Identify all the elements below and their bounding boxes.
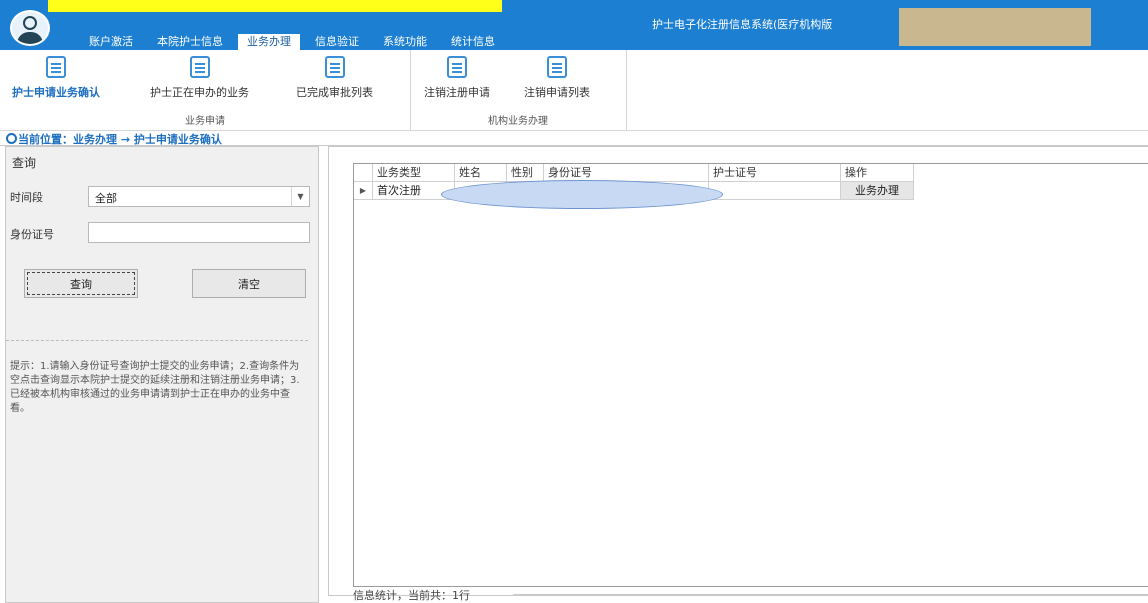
cancel-request-list-button[interactable]: 注销申请列表 xyxy=(524,56,590,100)
handle-business-button[interactable]: 业务办理 xyxy=(841,182,914,200)
nurse-application-confirm-button[interactable]: 护士申请业务确认 xyxy=(12,56,100,100)
app-title: 护士电子化注册信息系统(医疗机构版 xyxy=(652,18,833,31)
completed-approval-list-button[interactable]: 已完成审批列表 xyxy=(296,56,373,100)
id-number-input[interactable] xyxy=(88,222,310,243)
breadcrumb-text: 当前位置：业务办理 → 护士申请业务确认 xyxy=(18,133,222,146)
breadcrumb: 当前位置：业务办理 → 护士申请业务确认 xyxy=(0,131,1148,146)
highlight-strip xyxy=(48,0,502,12)
cancel-registration-request-button[interactable]: 注销注册申请 xyxy=(424,56,490,100)
id-number-label: 身份证号 xyxy=(10,228,54,241)
ribbon-group-application: 护士申请业务确认 护士正在申办的业务 已完成审批列表 业务申请 xyxy=(0,50,411,130)
tab-hospital-nurse-info[interactable]: 本院护士信息 xyxy=(148,34,232,50)
hint-text: 提示：1.请输入身份证号查询护士提交的业务申请；2.查询条件为空点击查询显示本院… xyxy=(10,361,300,414)
results-grid: 业务类型 姓名 性别 身份证号 护士证号 操作 ▶ 首次注册 业务办理 xyxy=(353,163,1148,587)
row-selector-icon[interactable]: ▶ xyxy=(354,182,373,200)
divider xyxy=(513,594,1148,595)
chevron-down-icon[interactable]: ▼ xyxy=(291,187,309,206)
redaction-overlay xyxy=(441,180,723,209)
user-avatar-icon[interactable] xyxy=(10,10,50,46)
list-icon xyxy=(547,56,567,78)
status-bar: 信息统计，当前共：1行 xyxy=(353,589,470,602)
cancel-document-icon xyxy=(447,56,467,78)
divider xyxy=(6,340,308,341)
query-panel-title: 查询 xyxy=(12,156,37,170)
column-header[interactable]: 业务类型 xyxy=(373,164,455,182)
document-icon xyxy=(46,56,66,78)
clear-button[interactable]: 清空 xyxy=(192,269,306,298)
period-label: 时间段 xyxy=(10,191,43,204)
ribbon-group-label: 业务申请 xyxy=(185,116,225,127)
query-button[interactable]: 查询 xyxy=(24,269,138,298)
tab-account-activation[interactable]: 账户激活 xyxy=(80,34,142,50)
tab-statistics[interactable]: 统计信息 xyxy=(442,34,504,50)
period-select[interactable]: 全部 ▼ xyxy=(88,186,310,207)
ribbon-group-label: 机构业务办理 xyxy=(488,116,548,127)
period-select-value: 全部 xyxy=(95,192,117,205)
row-header-corner xyxy=(354,164,373,182)
column-header[interactable]: 护士证号 xyxy=(709,164,841,182)
location-pin-icon xyxy=(6,133,17,144)
cell-nurse-cert[interactable] xyxy=(709,182,841,200)
redacted-block xyxy=(899,8,1091,46)
list-icon xyxy=(189,56,210,78)
ribbon-toolbar: 护士申请业务确认 护士正在申办的业务 已完成审批列表 业务申请 注销注册申请 注… xyxy=(0,50,1148,131)
main-tabs: 账户激活 本院护士信息 业务办理 信息验证 系统功能 统计信息 xyxy=(80,34,510,50)
ribbon-group-institution: 注销注册申请 注销申请列表 机构业务办理 xyxy=(410,50,627,130)
column-header[interactable]: 操作 xyxy=(841,164,914,182)
column-header[interactable]: 姓名 xyxy=(455,164,507,182)
checklist-icon xyxy=(324,56,345,78)
column-header[interactable]: 性别 xyxy=(507,164,544,182)
tab-info-verification[interactable]: 信息验证 xyxy=(306,34,368,50)
tab-business-handling[interactable]: 业务办理 xyxy=(238,34,300,50)
grid-header-row: 业务类型 姓名 性别 身份证号 护士证号 操作 xyxy=(354,164,1148,182)
tab-system-functions[interactable]: 系统功能 xyxy=(374,34,436,50)
nurse-in-progress-business-button[interactable]: 护士正在申办的业务 xyxy=(150,56,249,100)
